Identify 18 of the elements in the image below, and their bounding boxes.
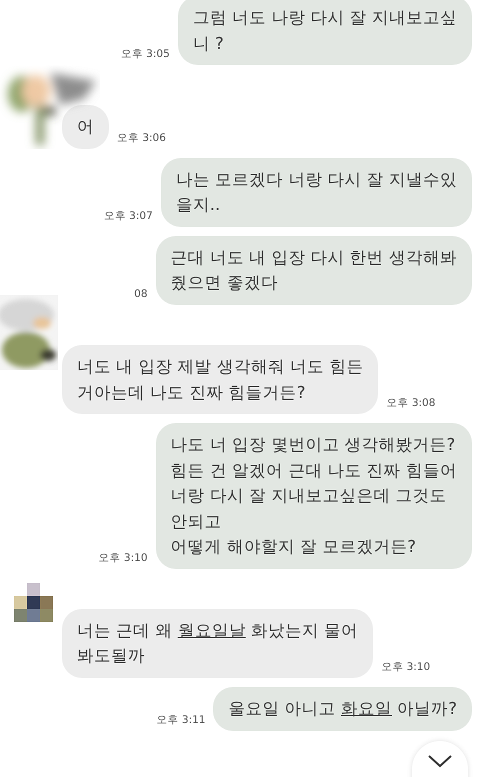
message-time: 오후 3:10 bbox=[98, 551, 148, 566]
message-time: 08 bbox=[134, 287, 148, 302]
message-bubble: 너는 근데 왜 월요일날 화났는지 물어 봐도될까 bbox=[62, 608, 374, 678]
chevron-down-icon bbox=[427, 753, 453, 769]
message-time: 오후 3:11 bbox=[156, 712, 206, 728]
message-time: 오후 3:05 bbox=[120, 47, 170, 62]
message-time: 오후 3:07 bbox=[104, 209, 153, 224]
message-bubble: 너도 내 입장 제발 생각해줘 너도 힘든 거아는데 나도 진짜 힘들거든? bbox=[62, 344, 378, 414]
message-time: 오후 3:08 bbox=[386, 396, 436, 412]
message-bubble: 나도 너 입장 몇번이고 생각해봤거든? 힘든 건 알겠어 근대 나도 진짜 힘들어 너랑 다시 잘 지내보고싶은데 그것도 안되고 어떻게 해야할지 잘 모르겠거든? bbox=[156, 423, 472, 569]
message-time: 오후 3:06 bbox=[117, 130, 166, 146]
message-bubble: 근대 너도 내 입장 다시 한번 생각해봐 줬으면 좋겠다 bbox=[156, 236, 472, 305]
message-bubble: 그럼 너도 나랑 다시 잘 지내보고싶 니 ? bbox=[178, 0, 472, 66]
message-time: 오후 3:10 bbox=[381, 660, 430, 676]
scroll-down-button[interactable] bbox=[412, 741, 468, 777]
message-bubble: 어 bbox=[62, 105, 109, 149]
message-bubble: 나는 모르겠다 너랑 다시 잘 지낼수있 을지.. bbox=[160, 158, 472, 227]
message-bubble: 울요일 아니고 화요일 아닐까? bbox=[213, 687, 472, 731]
